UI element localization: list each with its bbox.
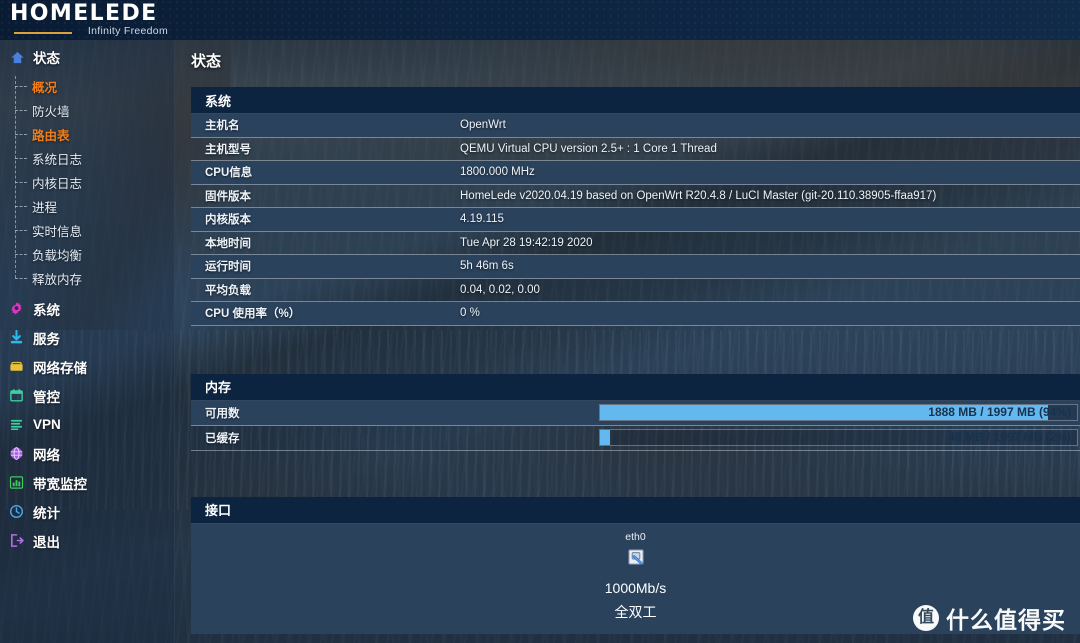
ethernet-port-icon[interactable] <box>626 547 646 572</box>
sidebar-item-statistics[interactable]: 统计 <box>0 497 174 526</box>
sidebar-group-status[interactable]: 状态 <box>0 44 174 70</box>
sidebar-item-system-label: 系统 <box>33 302 60 318</box>
sidebar-item-control[interactable]: 管控 <box>0 381 174 410</box>
sidebar-item-system[interactable]: 系统 <box>0 294 174 323</box>
row-key: CPU信息 <box>205 167 253 180</box>
home-icon <box>10 50 25 65</box>
top-bar: HOMELEDE Infinity Freedom <box>0 0 1080 40</box>
row-value: 4.19.115 <box>460 213 504 226</box>
row-value: 5h 46m 6s <box>460 260 514 273</box>
sidebar-item-statistics-label: 统计 <box>33 505 60 521</box>
sidebar-item-kernel-log[interactable]: 内核日志 <box>12 170 174 194</box>
table-row: CPU 使用率（%） 0 % <box>191 302 1080 326</box>
clock-icon <box>9 504 24 519</box>
memory-row-label: 可用数 <box>205 407 240 420</box>
sidebar-item-overview[interactable]: 概况 <box>12 74 174 98</box>
row-key: CPU 使用率（%） <box>205 308 301 321</box>
sidebar-item-system-log[interactable]: 系统日志 <box>12 146 174 170</box>
list-icon <box>9 417 24 432</box>
memory-cached-progressbar: 48 MB / 1997 MB (2%) <box>599 429 1078 446</box>
logout-icon <box>9 533 24 548</box>
sidebar-item-vpn[interactable]: VPN <box>0 410 174 439</box>
sidebar-item-bandwidth-monitor-label: 带宽监控 <box>33 476 87 492</box>
brand-logo[interactable]: HOMELEDE Infinity Freedom <box>10 3 170 39</box>
sidebar-item-processes[interactable]: 进程 <box>12 194 174 218</box>
watermark-text: 什么值得买 <box>946 607 1066 633</box>
sidebar-item-network-storage[interactable]: 网络存储 <box>0 352 174 381</box>
watermark-badge-icon: 值 <box>913 605 939 631</box>
table-row: 平均负载 0.04, 0.02, 0.00 <box>191 278 1080 302</box>
memory-available-progressbar: 1888 MB / 1997 MB (94%) <box>599 404 1078 421</box>
table-row: 运行时间 5h 46m 6s <box>191 255 1080 279</box>
row-value: HomeLede v2020.04.19 based on OpenWrt R2… <box>460 189 937 202</box>
download-icon <box>9 330 24 345</box>
row-key: 运行时间 <box>205 261 251 274</box>
row-key: 平均负载 <box>205 284 251 297</box>
row-value: 1800.000 MHz <box>460 166 535 179</box>
watermark: 值 什么值得买 <box>913 601 1066 635</box>
memory-panel: 内存 可用数 1888 MB / 1997 MB (94%) 已缓存 48 MB… <box>191 373 1080 451</box>
app-root: HOMELEDE Infinity Freedom 状态 概况 防火墙 路由表 … <box>0 0 1080 643</box>
memory-row-available: 可用数 1888 MB / 1997 MB (94%) <box>191 400 1080 426</box>
table-row: CPU信息 1800.000 MHz <box>191 161 1080 185</box>
main-content: 状态 系统 主机名 OpenWrt 主机型号 QEMU Virtual CPU … <box>175 40 1080 643</box>
table-row: 固件版本 HomeLede v2020.04.19 based on OpenW… <box>191 184 1080 208</box>
sidebar-item-routes[interactable]: 路由表 <box>12 122 174 146</box>
row-key: 本地时间 <box>205 237 251 250</box>
table-row: 本地时间 Tue Apr 28 19:42:19 2020 <box>191 231 1080 255</box>
sidebar-item-services[interactable]: 服务 <box>0 323 174 352</box>
memory-row-cached: 已缓存 48 MB / 1997 MB (2%) <box>191 425 1080 451</box>
folder-icon <box>9 359 24 374</box>
sidebar-substatus-list: 概况 防火墙 路由表 系统日志 内核日志 进程 实时信息 负载均衡 释放内存 <box>12 74 174 290</box>
sidebar-item-network-storage-label: 网络存储 <box>33 360 87 376</box>
sidebar-item-vpn-label: VPN <box>33 417 61 432</box>
row-value: 0.04, 0.02, 0.00 <box>460 283 540 296</box>
brand-tagline: Infinity Freedom <box>87 25 168 37</box>
table-row: 主机名 OpenWrt <box>191 114 1080 138</box>
row-value: OpenWrt <box>460 119 506 132</box>
memory-row-label: 已缓存 <box>205 432 240 445</box>
interface-duplex: 全双工 <box>614 603 657 620</box>
system-panel-title: 系统 <box>191 87 1080 114</box>
row-value: Tue Apr 28 19:42:19 2020 <box>460 236 593 249</box>
row-value: QEMU Virtual CPU version 2.5+ : 1 Core 1… <box>460 142 717 155</box>
memory-panel-title: 内存 <box>191 373 1080 401</box>
sidebar-item-bandwidth-monitor[interactable]: 带宽监控 <box>0 468 174 497</box>
brand-name: HOMELEDE <box>10 1 158 26</box>
row-key: 固件版本 <box>205 190 251 203</box>
interface-panel-title: 接口 <box>191 496 1080 524</box>
sidebar-item-realtime[interactable]: 实时信息 <box>12 218 174 242</box>
gear-icon <box>9 301 24 316</box>
sidebar-item-logout-label: 退出 <box>33 534 60 550</box>
sidebar: 状态 概况 防火墙 路由表 系统日志 内核日志 进程 实时信息 负载均衡 释放内… <box>0 40 175 643</box>
memory-available-text: 1888 MB / 1997 MB (94%) <box>928 405 1071 419</box>
system-panel: 系统 主机名 OpenWrt 主机型号 QEMU Virtual CPU ver… <box>191 87 1080 326</box>
sidebar-item-network[interactable]: 网络 <box>0 439 174 468</box>
progress-fill <box>600 430 610 445</box>
sidebar-item-network-label: 网络 <box>33 447 60 463</box>
interface-name: eth0 <box>625 530 646 543</box>
brand-rule <box>14 32 72 34</box>
sidebar-item-load-balance[interactable]: 负载均衡 <box>12 242 174 266</box>
sidebar-item-services-label: 服务 <box>33 331 60 347</box>
sidebar-item-free-memory[interactable]: 释放内存 <box>12 266 174 290</box>
sidebar-item-logout[interactable]: 退出 <box>0 526 174 555</box>
table-row: 主机型号 QEMU Virtual CPU version 2.5+ : 1 C… <box>191 137 1080 161</box>
globe-icon <box>9 446 24 461</box>
row-key: 主机型号 <box>205 143 251 156</box>
bar-chart-icon <box>9 475 24 490</box>
row-key: 主机名 <box>205 120 240 133</box>
table-row: 内核版本 4.19.115 <box>191 208 1080 232</box>
row-value: 0 % <box>460 307 480 320</box>
sidebar-item-control-label: 管控 <box>33 389 60 405</box>
page-title: 状态 <box>191 53 222 70</box>
sidebar-item-firewall[interactable]: 防火墙 <box>12 98 174 122</box>
memory-cached-text: 48 MB / 1997 MB (2%) <box>948 430 1071 444</box>
sidebar-group-status-label: 状态 <box>33 51 60 66</box>
interface-speed: 1000Mb/s <box>604 579 667 596</box>
row-key: 内核版本 <box>205 214 251 227</box>
calendar-icon <box>9 388 24 403</box>
